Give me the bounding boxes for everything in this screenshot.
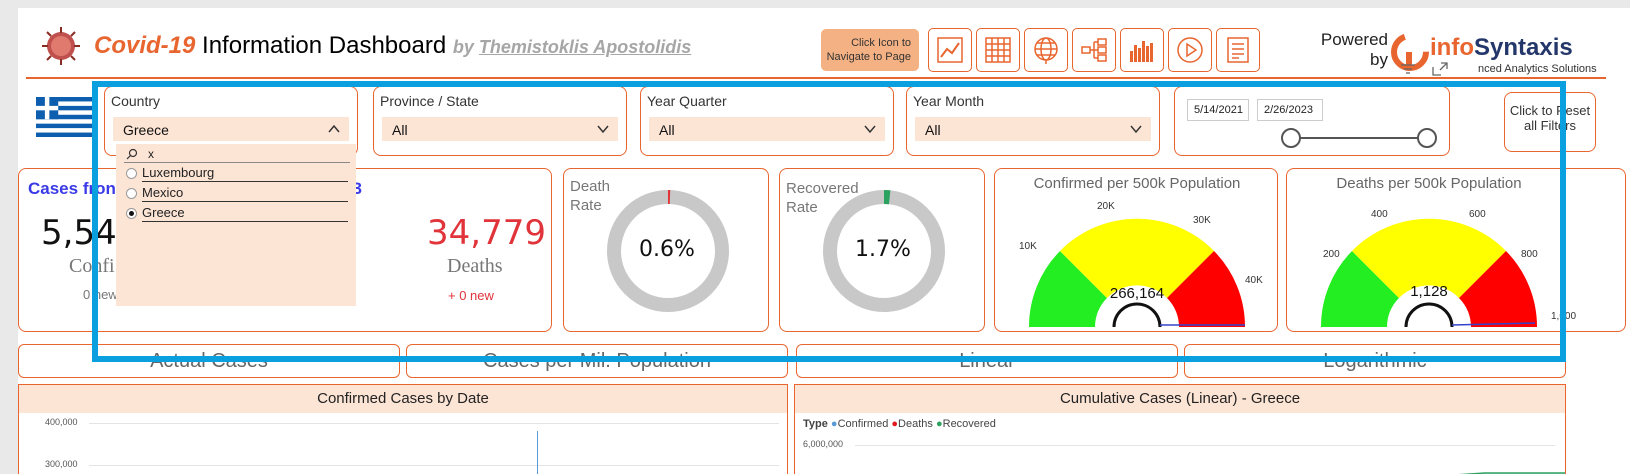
- expand-icon[interactable]: [1432, 62, 1448, 76]
- legend-dot-icon: ●: [935, 418, 943, 430]
- confirmed-chart-title: Confirmed Cases by Date: [19, 385, 787, 413]
- chart-legend: Type ●Confirmed ●Deaths ●Recovered: [803, 418, 996, 430]
- legend-dot-icon: ●: [830, 418, 838, 430]
- legend-recovered: Recovered: [942, 418, 996, 430]
- gridline: [855, 445, 1555, 446]
- cumulative-cases-chart: Cumulative Cases (Linear) - Greece Type …: [794, 384, 1566, 474]
- nav-hint: Click Icon to Navigate to Page: [821, 29, 919, 71]
- dashboard-canvas: Covid-19 Information Dashboard by Themis…: [18, 8, 1630, 474]
- title-by: by Themistoklis Apostolidis: [453, 37, 691, 57]
- brand-syntaxis: Syntaxis: [1473, 34, 1573, 61]
- grid-table-icon[interactable]: [976, 28, 1020, 72]
- virus-logo-icon: [42, 27, 80, 65]
- brand-name: infoSyntaxis: [1430, 34, 1573, 62]
- hierarchy-icon[interactable]: [1072, 28, 1116, 72]
- y-tick: 400,000: [45, 417, 78, 427]
- cumulative-chart-title: Cumulative Cases (Linear) - Greece: [795, 385, 1565, 413]
- play-icon[interactable]: [1168, 28, 1212, 72]
- gridline: [89, 465, 779, 466]
- page-title: Covid-19 Information Dashboard by Themis…: [94, 32, 691, 60]
- report-icon[interactable]: [1216, 28, 1260, 72]
- selection-highlight: [92, 81, 1566, 362]
- legend-type: Type: [803, 418, 828, 430]
- gridline: [89, 423, 779, 424]
- y-tick: 6,000,000: [803, 439, 844, 449]
- filter-icon[interactable]: [1400, 62, 1416, 76]
- by-text: by: [452, 37, 474, 57]
- legend-deaths: Deaths: [898, 418, 933, 430]
- header-divider: [26, 77, 1606, 79]
- brand-tagline: nced Analytics Solutions: [1478, 63, 1597, 75]
- powered-by: Powered by: [1320, 30, 1388, 69]
- line-chart-icon[interactable]: [928, 28, 972, 72]
- greece-flag-icon: [36, 97, 96, 137]
- title-covid: Covid-19: [94, 32, 196, 59]
- title-main: Information Dashboard: [202, 32, 447, 59]
- column-chart-icon[interactable]: [1120, 28, 1164, 72]
- y-tick: 300,000: [45, 459, 78, 469]
- data-spike: [537, 431, 538, 474]
- globe-icon[interactable]: [1024, 28, 1068, 72]
- legend-confirmed: Confirmed: [837, 418, 889, 430]
- brand-info: info: [1430, 34, 1474, 61]
- confirmed-by-date-chart: Confirmed Cases by Date 400,000 300,000: [18, 384, 788, 474]
- author-link[interactable]: Themistoklis Apostolidis: [479, 37, 691, 57]
